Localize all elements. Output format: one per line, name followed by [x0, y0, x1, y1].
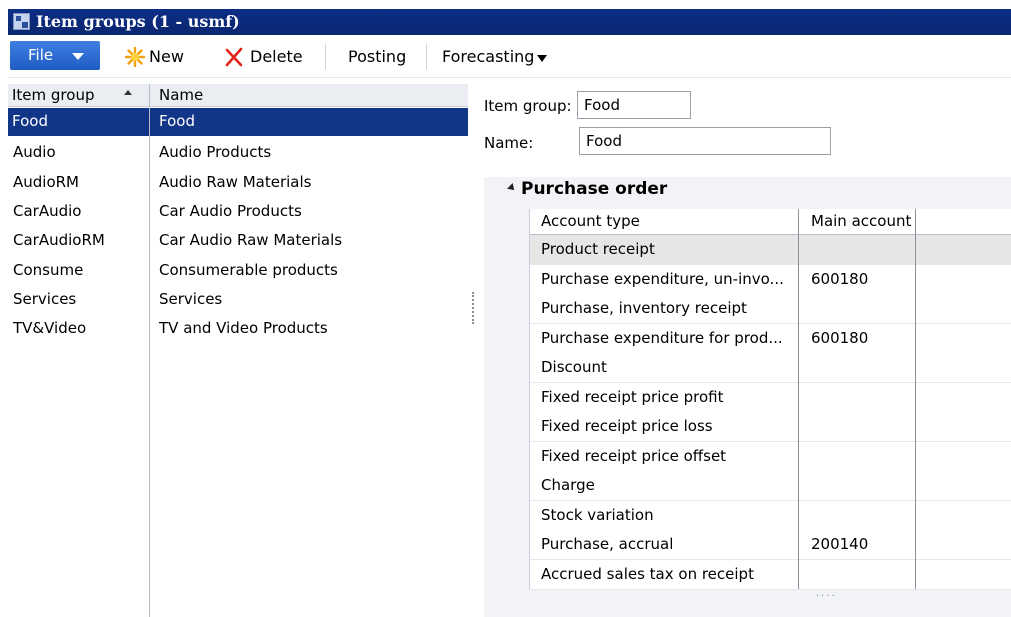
posting-button[interactable]: Posting — [348, 47, 406, 67]
cell-account-type: Fixed receipt price loss — [541, 417, 713, 435]
window-title: Item groups (1 - usmf) — [36, 12, 240, 31]
app-window-icon — [13, 13, 30, 30]
grid-row[interactable]: Consume Consumerable products — [8, 256, 468, 285]
item-group-field[interactable]: Food — [577, 91, 691, 119]
cell-main-account[interactable]: 200140 — [811, 530, 868, 559]
cell-account-type: Purchase, accrual — [541, 535, 674, 553]
name-label: Name: — [484, 134, 534, 152]
grid-row[interactable]: AudioRM Audio Raw Materials — [8, 168, 468, 197]
more-indicator: .... — [816, 588, 837, 599]
cell-account-type: Discount — [541, 358, 607, 376]
toolbar-separator — [426, 44, 427, 70]
cell-name: Consumerable products — [159, 261, 338, 279]
cell-account-type: Purchase expenditure for prod... — [541, 329, 783, 347]
delete-x-icon — [224, 47, 244, 67]
posting-row[interactable]: Purchase expenditure, un-invo... 600180 — [529, 265, 1011, 295]
column-header-account-type[interactable]: Account type — [541, 209, 640, 234]
column-header-main-account[interactable]: Main account — [811, 209, 911, 234]
cell-item-group: CarAudioRM — [13, 231, 105, 249]
posting-row[interactable]: Purchase, inventory receipt — [529, 294, 1011, 324]
posting-row[interactable]: Accrued sales tax on receipt — [529, 560, 1011, 590]
column-divider — [798, 209, 799, 589]
chevron-down-icon — [72, 53, 84, 60]
grid-row[interactable]: Audio Audio Products — [8, 138, 468, 167]
name-field[interactable]: Food — [579, 127, 831, 155]
grid-left-border — [529, 209, 530, 589]
posting-grid-header: Account type Main account — [529, 209, 1011, 235]
posting-row[interactable]: Stock variation — [529, 501, 1011, 531]
delete-label: Delete — [250, 47, 303, 66]
cell-account-type: Stock variation — [541, 506, 654, 524]
item-group-label: Item group: — [484, 97, 572, 115]
delete-button[interactable]: Delete — [224, 47, 303, 67]
column-divider — [149, 84, 150, 617]
cell-item-group: Audio — [13, 143, 56, 161]
column-header-name[interactable]: Name — [159, 86, 203, 104]
cell-item-group: Food — [12, 112, 48, 130]
column-divider — [915, 209, 916, 589]
cell-main-account[interactable]: 600180 — [811, 265, 868, 294]
sort-ascending-icon[interactable] — [124, 90, 132, 95]
cell-account-type: Product receipt — [541, 240, 655, 258]
grid-row[interactable]: CarAudio Car Audio Products — [8, 197, 468, 226]
cell-name: Audio Products — [159, 143, 272, 161]
cell-item-group: Consume — [13, 261, 84, 279]
grid-row[interactable]: Services Services — [8, 285, 468, 314]
fasttab-title[interactable]: Purchase order — [521, 179, 667, 199]
posting-row[interactable]: Fixed receipt price profit — [529, 383, 1011, 413]
cell-name: Car Audio Raw Materials — [159, 231, 343, 249]
cell-account-type: Fixed receipt price profit — [541, 388, 724, 406]
cell-name: Audio Raw Materials — [159, 173, 312, 191]
cell-account-type: Fixed receipt price offset — [541, 447, 727, 465]
cell-item-group: CarAudio — [13, 202, 82, 220]
cell-item-group: TV&Video — [13, 319, 87, 337]
chevron-down-icon — [537, 54, 548, 62]
cell-name: Services — [159, 290, 223, 308]
posting-row-selected[interactable]: Product receipt — [529, 235, 1011, 265]
cell-account-type: Accrued sales tax on receipt — [541, 565, 754, 583]
posting-row[interactable]: Purchase expenditure for prod... 600180 — [529, 324, 1011, 354]
posting-row[interactable]: Fixed receipt price offset — [529, 442, 1011, 472]
cell-item-group: AudioRM — [13, 173, 79, 191]
collapse-triangle-icon[interactable] — [507, 183, 517, 193]
forecasting-label: Forecasting — [442, 47, 535, 66]
grid-row[interactable]: TV&Video TV and Video Products — [8, 314, 468, 343]
posting-row[interactable]: Fixed receipt price loss — [529, 412, 1011, 442]
cell-name: Car Audio Products — [159, 202, 302, 220]
window-title-bar: Item groups (1 - usmf) — [8, 9, 1011, 35]
cell-account-type: Charge — [541, 476, 595, 494]
grid-row[interactable]: CarAudioRM Car Audio Raw Materials — [8, 226, 468, 255]
cell-main-account[interactable]: 600180 — [811, 324, 868, 353]
purchase-order-fasttab: Purchase order Account type Main account… — [484, 177, 1011, 617]
action-pane: File New Delete Posting Forecasting — [8, 36, 1011, 78]
column-header-item-group[interactable]: Item group — [12, 86, 94, 104]
cell-account-type: Purchase expenditure, un-invo... — [541, 270, 784, 288]
new-label: New — [149, 47, 184, 66]
grid-row-selected[interactable]: Food Food — [8, 108, 468, 136]
cell-account-type: Purchase, inventory receipt — [541, 299, 747, 317]
item-group-grid: Item group Name Food Food Audio Audio Pr… — [8, 84, 468, 617]
cell-item-group: Services — [13, 290, 77, 308]
posting-row[interactable]: Discount — [529, 353, 1011, 383]
cell-name: TV and Video Products — [159, 319, 328, 337]
posting-row[interactable]: Charge — [529, 471, 1011, 501]
grid-header: Item group Name — [8, 84, 468, 107]
posting-row[interactable]: Purchase, accrual 200140 — [529, 530, 1011, 560]
detail-pane: Item group: Food Name: Food Purchase ord… — [476, 84, 1011, 617]
toolbar-separator — [325, 44, 326, 70]
new-star-icon — [125, 47, 145, 67]
posting-label: Posting — [348, 47, 407, 66]
forecasting-menu-button[interactable]: Forecasting — [442, 47, 548, 67]
file-label: File — [28, 46, 54, 64]
cell-name: Food — [159, 112, 195, 130]
file-menu-button[interactable]: File — [10, 41, 100, 70]
new-button[interactable]: New — [125, 47, 184, 67]
